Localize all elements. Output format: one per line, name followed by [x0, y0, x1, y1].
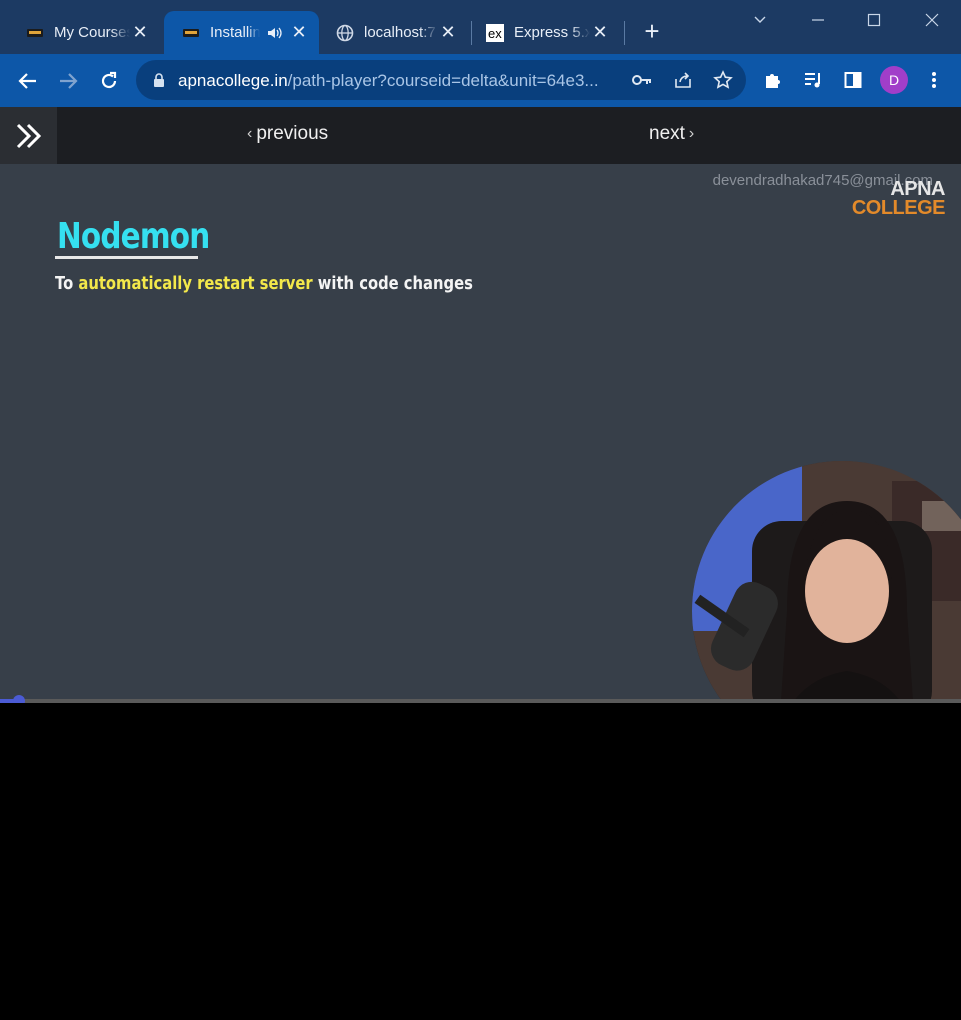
next-button[interactable]: next ›: [649, 123, 698, 145]
maximize-icon[interactable]: [859, 8, 889, 32]
tab-search-icon[interactable]: [745, 8, 775, 32]
apna-college-favicon-icon: [26, 24, 44, 42]
side-panel-icon[interactable]: [839, 66, 867, 94]
subtitle-prefix: To: [55, 273, 79, 294]
tab-localhost[interactable]: localhost:7 ✕: [318, 11, 468, 54]
reload-icon[interactable]: [94, 66, 124, 96]
share-icon[interactable]: [672, 69, 694, 91]
presenter-image: [692, 461, 961, 700]
tab-title: localhost:7: [364, 24, 436, 41]
back-icon[interactable]: [13, 66, 43, 96]
window-close-icon[interactable]: [917, 8, 947, 32]
url-host: apnacollege.in: [178, 71, 288, 90]
globe-icon: [336, 24, 354, 42]
slide-subtitle: To automatically restart server with cod…: [55, 273, 473, 294]
tab-divider: [624, 21, 625, 45]
key-icon[interactable]: [631, 69, 653, 91]
minimize-icon[interactable]: [803, 8, 833, 32]
extensions-puzzle-icon[interactable]: [759, 66, 787, 94]
close-icon[interactable]: ✕: [438, 22, 458, 43]
browser-toolbar: apnacollege.in/path-player?courseid=delt…: [0, 54, 961, 107]
tab-title: Express 5.x: [514, 24, 590, 41]
previous-button[interactable]: ‹ previous: [243, 123, 328, 145]
logo-line-2: COLLEGE: [851, 197, 946, 219]
video-controls-area: [0, 703, 961, 1020]
more-menu-icon[interactable]: [920, 66, 948, 94]
next-label: next: [649, 123, 685, 144]
url-path: /path-player?courseid=delta&unit=64e3...: [287, 71, 599, 90]
presenter-camera: [692, 461, 961, 700]
tab-title: Installing: [210, 24, 260, 41]
tab-express[interactable]: ex Express 5.x ✕: [468, 11, 620, 54]
express-favicon-icon: ex: [486, 23, 504, 42]
video-player[interactable]: devendradhakad745@gmail.com APNA COLLEGE…: [0, 164, 961, 700]
previous-label: previous: [256, 123, 329, 144]
slide-heading: Nodemon: [57, 216, 210, 257]
new-tab-button[interactable]: +: [640, 18, 664, 44]
tab-strip: My Courses ✕ Installing ✕ localhost:7 ✕ …: [0, 0, 961, 54]
apna-college-logo: APNA COLLEGE: [851, 179, 946, 219]
tab-my-courses[interactable]: My Courses ✕: [8, 11, 160, 54]
tab-title: My Courses: [54, 24, 130, 41]
player-navigation: ‹ previous next ›: [0, 107, 961, 164]
bookmark-star-icon[interactable]: [712, 69, 734, 91]
address-bar[interactable]: apnacollege.in/path-player?courseid=delt…: [136, 60, 746, 100]
double-chevron-right-icon: [16, 123, 41, 148]
chevron-left-icon: ‹: [247, 125, 253, 142]
expand-sidebar-button[interactable]: [0, 107, 57, 164]
close-icon[interactable]: ✕: [130, 22, 150, 43]
apna-college-favicon-icon: [182, 24, 200, 42]
forward-icon[interactable]: [53, 66, 83, 96]
svg-text:ex: ex: [488, 26, 502, 41]
heading-underline: [55, 256, 198, 259]
profile-avatar[interactable]: D: [880, 66, 908, 94]
close-icon[interactable]: ✕: [590, 22, 610, 43]
close-icon[interactable]: ✕: [289, 22, 309, 43]
speaker-icon[interactable]: [264, 26, 283, 40]
media-controls-icon[interactable]: [799, 66, 827, 94]
subtitle-suffix: with code changes: [312, 273, 473, 294]
url-text[interactable]: apnacollege.in/path-player?courseid=delt…: [178, 71, 623, 91]
tab-installing[interactable]: Installing ✕: [164, 11, 319, 54]
subtitle-highlight: automatically restart server: [78, 273, 313, 294]
lock-icon[interactable]: [148, 69, 170, 91]
chevron-right-icon: ›: [688, 125, 695, 142]
